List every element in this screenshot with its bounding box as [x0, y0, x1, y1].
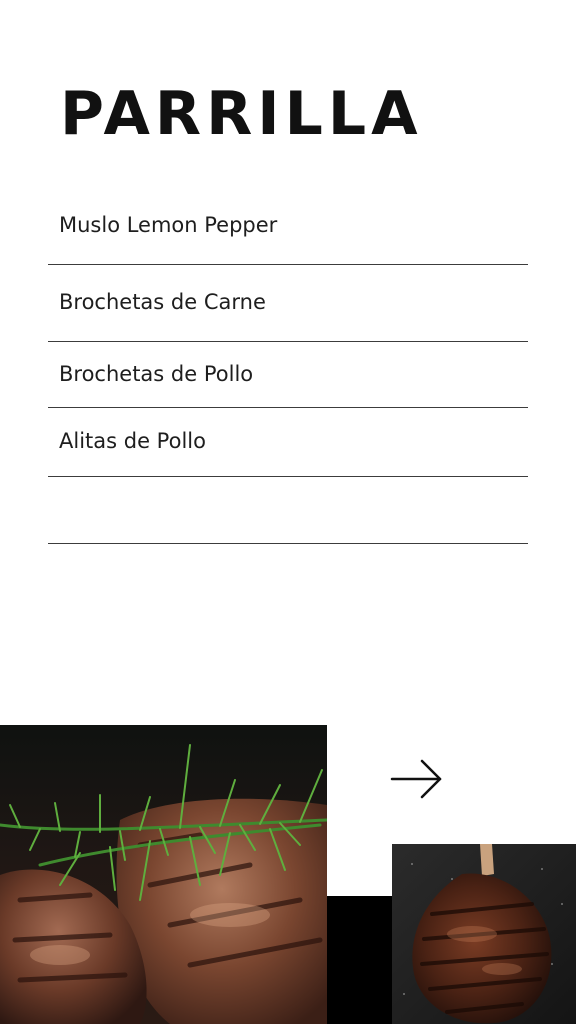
menu-item-muslo-lemon-pepper: Muslo Lemon Pepper — [59, 213, 278, 237]
menu-divider-empty — [48, 543, 528, 544]
menu-divider — [48, 341, 528, 342]
menu-item-brochetas-carne: Brochetas de Carne — [59, 290, 266, 314]
menu-divider — [48, 407, 528, 408]
page-title: PARRILLA — [60, 79, 423, 149]
menu-item-alitas-pollo: Alitas de Pollo — [59, 429, 206, 453]
arrow-right-icon[interactable] — [388, 756, 446, 802]
steak-rosemary-photo — [0, 725, 327, 1024]
black-accent-block — [327, 896, 392, 1024]
menu-divider — [48, 476, 528, 477]
menu-item-brochetas-pollo: Brochetas de Pollo — [59, 362, 254, 386]
tomahawk-steak-photo — [392, 844, 576, 1024]
menu-divider — [48, 264, 528, 265]
